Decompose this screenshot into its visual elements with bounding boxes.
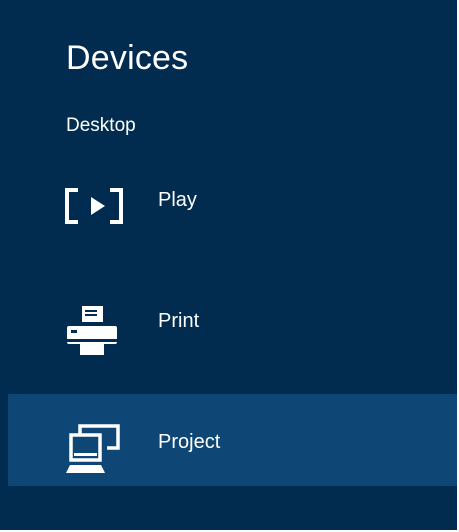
device-label-project: Project	[158, 431, 221, 453]
device-label-play: Play	[158, 189, 197, 211]
printer-icon	[64, 302, 128, 366]
section-label-desktop: Desktop	[66, 115, 136, 136]
device-item-play[interactable]: Play	[8, 162, 457, 250]
project-display-icon	[64, 418, 128, 482]
device-item-print[interactable]: Print	[8, 286, 457, 378]
play-screen-icon	[64, 174, 128, 238]
pane-title: Devices	[66, 39, 189, 77]
devices-charm-pane: Devices Desktop Play Print Project	[0, 0, 459, 532]
device-label-print: Print	[158, 310, 200, 332]
device-item-project[interactable]: Project	[8, 394, 457, 486]
